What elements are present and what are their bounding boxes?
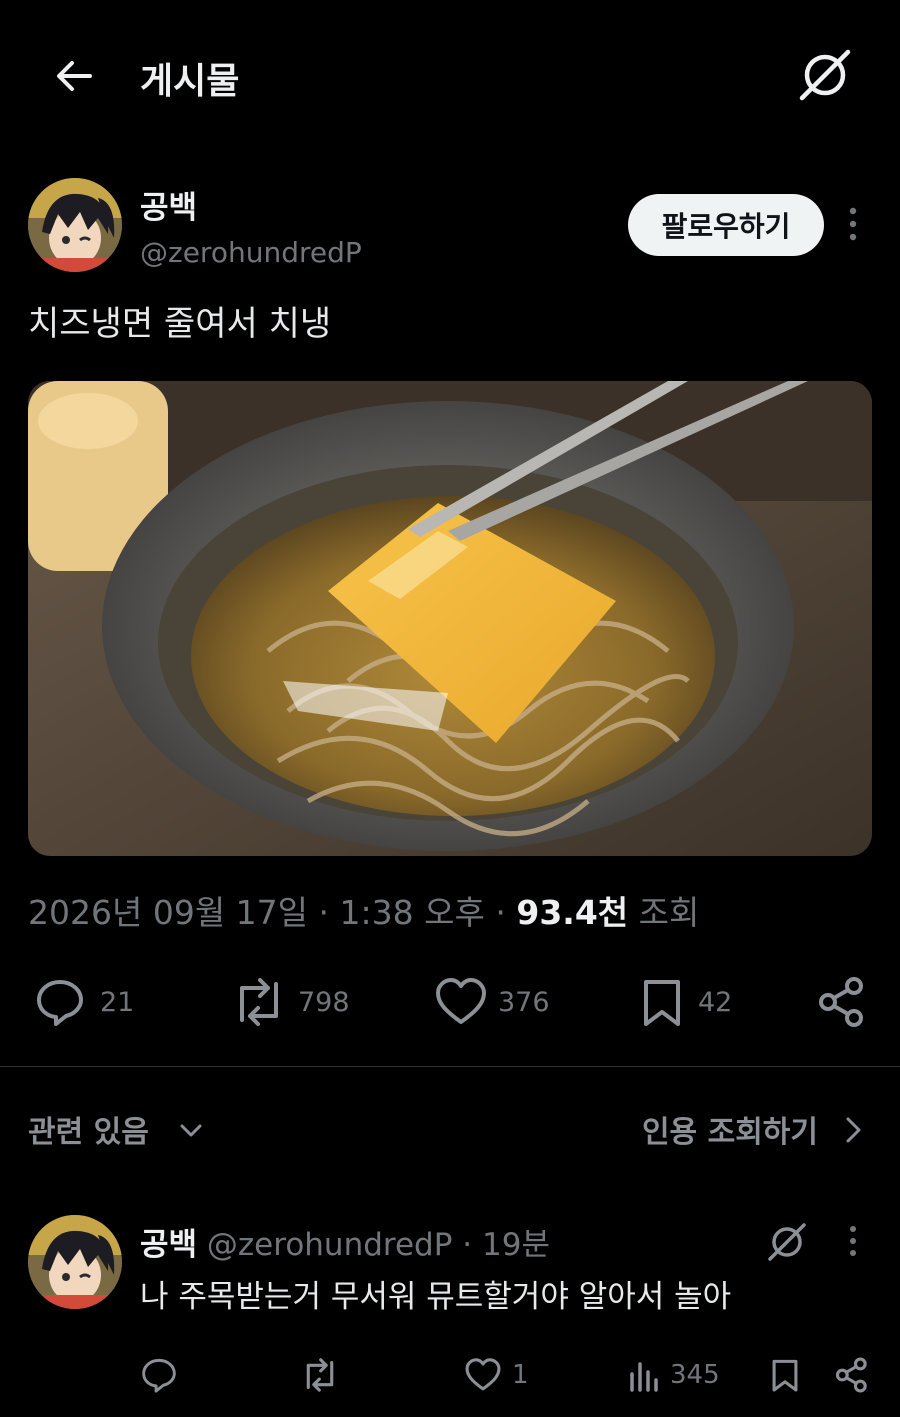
- share-button[interactable]: [816, 970, 868, 1034]
- reply-icon: [140, 1356, 178, 1394]
- reply-author-name[interactable]: 공백: [140, 1227, 197, 1263]
- views-label: 조회: [638, 893, 700, 932]
- reply-button[interactable]: 21: [34, 970, 134, 1034]
- bookmark-icon: [770, 1357, 800, 1393]
- post-text: 치즈냉면 줄여서 치냉: [28, 304, 332, 344]
- like-button[interactable]: 1: [464, 1353, 529, 1397]
- bookmark-button[interactable]: [770, 1353, 800, 1397]
- share-icon: [816, 976, 868, 1028]
- reply-post[interactable]: 공백 @zerohundredP · 19분 나 주목받는거 무서워 뮤트할거야…: [28, 1215, 872, 1405]
- related-row: 관련 있음 인용 조회하기: [28, 1105, 872, 1153]
- more-options-icon[interactable]: [836, 204, 870, 244]
- post-action-bar: 21 798 376 42: [0, 970, 900, 1034]
- grok-icon[interactable]: [766, 1221, 808, 1263]
- separator: ·: [318, 893, 330, 932]
- share-icon: [834, 1357, 870, 1393]
- page-title: 게시물: [140, 61, 240, 102]
- more-options-icon[interactable]: [840, 1223, 866, 1259]
- post-timestamp: 2026년 09월 17일 · 1:38 오후 · 93.4천 조회: [28, 886, 699, 934]
- reply-action-bar: 1 345: [28, 1353, 872, 1397]
- post-image[interactable]: [28, 381, 872, 856]
- reply-count: 21: [100, 986, 135, 1018]
- repost-icon: [300, 1357, 340, 1393]
- bookmark-icon: [640, 976, 684, 1028]
- separator: ·: [495, 893, 506, 932]
- repost-icon: [230, 976, 288, 1028]
- reply-text: 나 주목받는거 무서워 뮤트할거야 알아서 놀아: [140, 1279, 732, 1315]
- view-quotes-link[interactable]: 인용 조회하기: [642, 1107, 818, 1151]
- post-header: 공백 @zerohundredP 팔로우하기: [28, 178, 872, 278]
- reply-header: 공백 @zerohundredP · 19분: [140, 1219, 550, 1264]
- reply-button[interactable]: [140, 1353, 178, 1397]
- avatar[interactable]: [28, 178, 122, 272]
- avatar[interactable]: [28, 1215, 122, 1309]
- follow-button[interactable]: 팔로우하기: [628, 194, 824, 256]
- repost-button[interactable]: 798: [230, 970, 350, 1034]
- author-name[interactable]: 공백: [140, 182, 197, 227]
- post-date: 2026년 09월 17일: [28, 893, 309, 932]
- chevron-down-icon[interactable]: [178, 1117, 204, 1143]
- divider: [0, 1066, 900, 1067]
- post-time: 1:38 오후: [339, 893, 485, 932]
- bar-chart-icon: [628, 1358, 660, 1392]
- author-handle[interactable]: @zerohundredP: [140, 236, 362, 269]
- like-count: 1: [512, 1360, 529, 1390]
- like-count: 376: [498, 986, 550, 1018]
- reply-time[interactable]: 19분: [482, 1227, 550, 1263]
- like-button[interactable]: 376: [434, 970, 550, 1034]
- related-sort-button[interactable]: 관련 있음: [28, 1107, 149, 1151]
- reply-icon: [34, 976, 86, 1028]
- chevron-right-icon[interactable]: [840, 1113, 866, 1147]
- views-count: 345: [670, 1360, 720, 1390]
- repost-button[interactable]: [300, 1353, 340, 1397]
- bookmark-button[interactable]: 42: [640, 970, 732, 1034]
- views-count: 93.4천: [516, 893, 629, 932]
- bookmark-count: 42: [698, 986, 733, 1018]
- views-button[interactable]: 345: [628, 1353, 720, 1397]
- separator: ·: [462, 1227, 473, 1263]
- reply-author-handle[interactable]: @zerohundredP: [207, 1227, 453, 1263]
- top-bar: 게시물: [0, 0, 900, 150]
- heart-icon: [464, 1357, 502, 1393]
- heart-icon: [434, 976, 488, 1028]
- repost-count: 798: [298, 986, 350, 1018]
- share-button[interactable]: [834, 1353, 870, 1397]
- grok-icon[interactable]: [796, 46, 854, 104]
- arrow-left-icon[interactable]: [50, 52, 98, 100]
